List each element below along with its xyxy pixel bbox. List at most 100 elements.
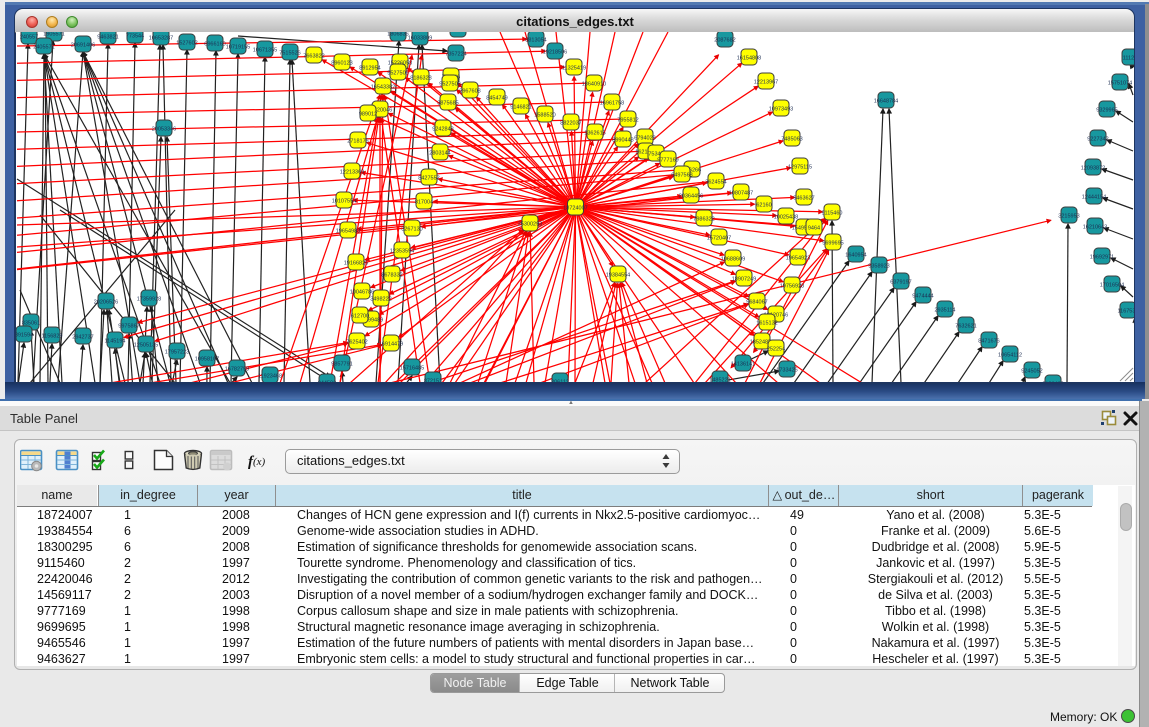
svg-text:6379197: 6379197 (890, 279, 911, 285)
svg-text:19166825: 19166825 (344, 260, 368, 266)
svg-text:8813054: 8813054 (525, 37, 546, 43)
svg-text:2718176: 2718176 (347, 138, 368, 144)
svg-text:6966160: 6966160 (204, 41, 225, 47)
svg-text:12444154: 12444154 (1082, 194, 1106, 200)
svg-text:817004: 817004 (415, 199, 433, 205)
svg-text:989012: 989012 (359, 111, 377, 117)
svg-text:12505135: 12505135 (134, 342, 158, 348)
svg-text:8427552: 8427552 (418, 175, 439, 181)
svg-text:17957223: 17957223 (165, 349, 189, 355)
svg-text:19654983: 19654983 (336, 228, 360, 234)
svg-text:9857791: 9857791 (331, 361, 352, 367)
svg-text:10107554: 10107554 (332, 198, 356, 204)
svg-text:1145194: 1145194 (104, 338, 125, 344)
svg-text:9464: 9464 (808, 225, 820, 231)
svg-text:1485221: 1485221 (709, 377, 730, 382)
svg-text:16782759: 16782759 (225, 366, 249, 372)
svg-text:16543382: 16543382 (371, 84, 395, 90)
svg-text:2087682: 2087682 (714, 37, 735, 43)
svg-text:872151: 872151 (424, 378, 442, 382)
svg-text:2935114: 2935114 (934, 307, 955, 313)
svg-text:9128800: 9128800 (447, 32, 468, 33)
svg-text:18907249: 18907249 (732, 276, 756, 282)
svg-text:1806836: 1806836 (387, 32, 408, 37)
svg-text:3624554: 3624554 (705, 179, 726, 185)
svg-text:11325419: 11325419 (562, 65, 586, 71)
svg-text:16961758: 16961758 (600, 100, 624, 106)
svg-text:7515526: 7515526 (279, 50, 300, 56)
svg-text:10654112: 10654112 (998, 352, 1022, 358)
svg-text:2405571: 2405571 (33, 44, 54, 50)
svg-text:1615132: 1615132 (756, 320, 777, 326)
svg-text:7485063: 7485063 (781, 136, 802, 142)
svg-text:17016504: 17016504 (1100, 282, 1124, 288)
svg-text:835061: 835061 (22, 320, 40, 326)
svg-text:18724007: 18724007 (563, 205, 587, 211)
svg-text:20691406: 20691406 (71, 42, 95, 48)
svg-text:16033809: 16033809 (408, 35, 432, 41)
svg-text:944502: 944502 (318, 380, 336, 382)
svg-text:1527602: 1527602 (176, 40, 197, 46)
svg-text:252254: 252254 (767, 346, 785, 352)
svg-text:9146821: 9146821 (510, 104, 531, 110)
svg-text:12353594: 12353594 (390, 248, 414, 254)
svg-text:1905571: 1905571 (43, 32, 64, 37)
svg-text:9245052: 9245052 (1021, 368, 1042, 374)
svg-text:612700: 612700 (351, 313, 369, 319)
svg-text:19756928: 19756928 (780, 283, 804, 289)
svg-text:8454749: 8454749 (486, 95, 507, 101)
svg-text:16154808: 16154808 (737, 55, 761, 61)
svg-text:9684067: 9684067 (746, 299, 767, 305)
svg-text:8822037: 8822037 (560, 120, 581, 126)
svg-text:9777169: 9777169 (657, 157, 678, 163)
svg-text:16648784: 16648784 (874, 98, 898, 104)
svg-text:19654923: 19654923 (786, 255, 810, 261)
svg-text:19384554: 19384554 (606, 272, 630, 278)
svg-text:2803144: 2803144 (429, 150, 450, 156)
svg-text:18640910: 18640910 (582, 81, 606, 87)
svg-text:19692971: 19692971 (1090, 254, 1114, 260)
svg-text:9527506: 9527506 (387, 70, 408, 76)
svg-text:15720407: 15720407 (707, 235, 731, 241)
svg-text:10719155: 10719155 (226, 44, 250, 50)
svg-text:2967608: 2967608 (459, 88, 480, 94)
svg-text:16210643: 16210643 (1083, 224, 1107, 230)
svg-text:16914479: 16914479 (379, 341, 403, 347)
svg-text:9358923: 9358923 (868, 263, 889, 269)
svg-text:11923468: 11923468 (258, 373, 282, 379)
svg-text:10807487: 10807487 (729, 190, 753, 196)
svg-text:9463821: 9463821 (97, 34, 118, 40)
svg-text:10958107: 10958107 (195, 356, 219, 362)
svg-text:15716485: 15716485 (400, 365, 424, 371)
svg-text:19218506: 19218506 (543, 49, 567, 55)
svg-text:3267130: 3267130 (401, 226, 422, 232)
svg-text:1362615: 1362615 (584, 130, 605, 136)
svg-text:6794028: 6794028 (634, 135, 655, 141)
svg-text:7632621: 7632621 (955, 323, 976, 329)
svg-text:9474444: 9474444 (912, 293, 933, 299)
svg-text:7986322: 7986322 (693, 216, 714, 222)
svg-text:9329965: 9329965 (1096, 107, 1117, 113)
svg-text:9975867: 9975867 (118, 323, 139, 329)
svg-text:8471676: 8471676 (978, 338, 999, 344)
svg-text:20053346: 20053346 (152, 126, 176, 132)
svg-text:773544: 773544 (126, 33, 144, 39)
svg-text:12213967: 12213967 (754, 79, 778, 85)
svg-text:15751074: 15751074 (1108, 80, 1132, 86)
svg-text:10973493: 10973493 (769, 106, 793, 112)
svg-text:2942737: 2942737 (72, 334, 93, 340)
svg-text:7625402: 7625402 (346, 339, 367, 345)
svg-text:6497568: 6497568 (671, 172, 692, 178)
svg-text:10688609: 10688609 (721, 256, 745, 262)
svg-text:10671355: 10671355 (253, 47, 277, 53)
svg-text:8990448: 8990448 (612, 137, 633, 143)
svg-text:8960123: 8960123 (331, 60, 352, 66)
svg-text:9242848: 9242848 (432, 126, 453, 132)
svg-text:1733426: 1733426 (776, 367, 797, 373)
svg-text:12213369: 12213369 (340, 169, 364, 175)
svg-text:62160: 62160 (756, 202, 771, 208)
svg-text:240557: 240557 (20, 34, 38, 40)
svg-text:391594: 391594 (16, 332, 33, 338)
svg-text:3875685: 3875685 (437, 100, 458, 106)
svg-text:8678332: 8678332 (381, 272, 402, 278)
